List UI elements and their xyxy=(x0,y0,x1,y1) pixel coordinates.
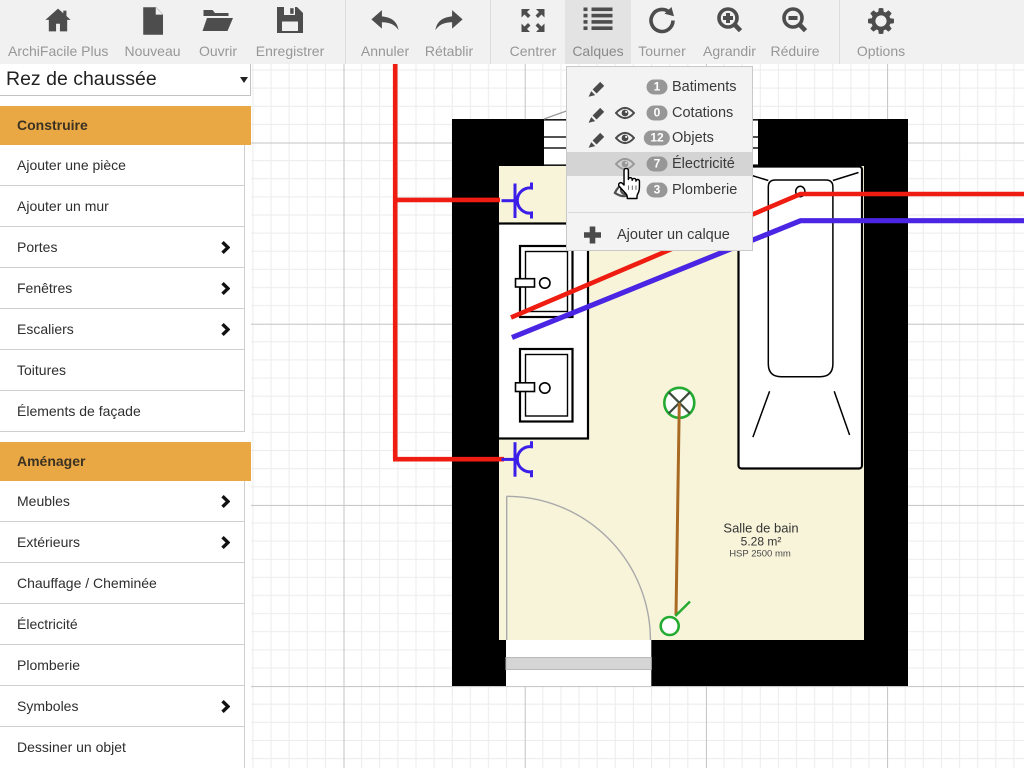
svg-text:Salle de bain: Salle de bain xyxy=(723,521,798,536)
svg-text:HSP 2500 mm: HSP 2500 mm xyxy=(729,549,791,560)
svg-text:5.28 m²: 5.28 m² xyxy=(741,535,782,549)
